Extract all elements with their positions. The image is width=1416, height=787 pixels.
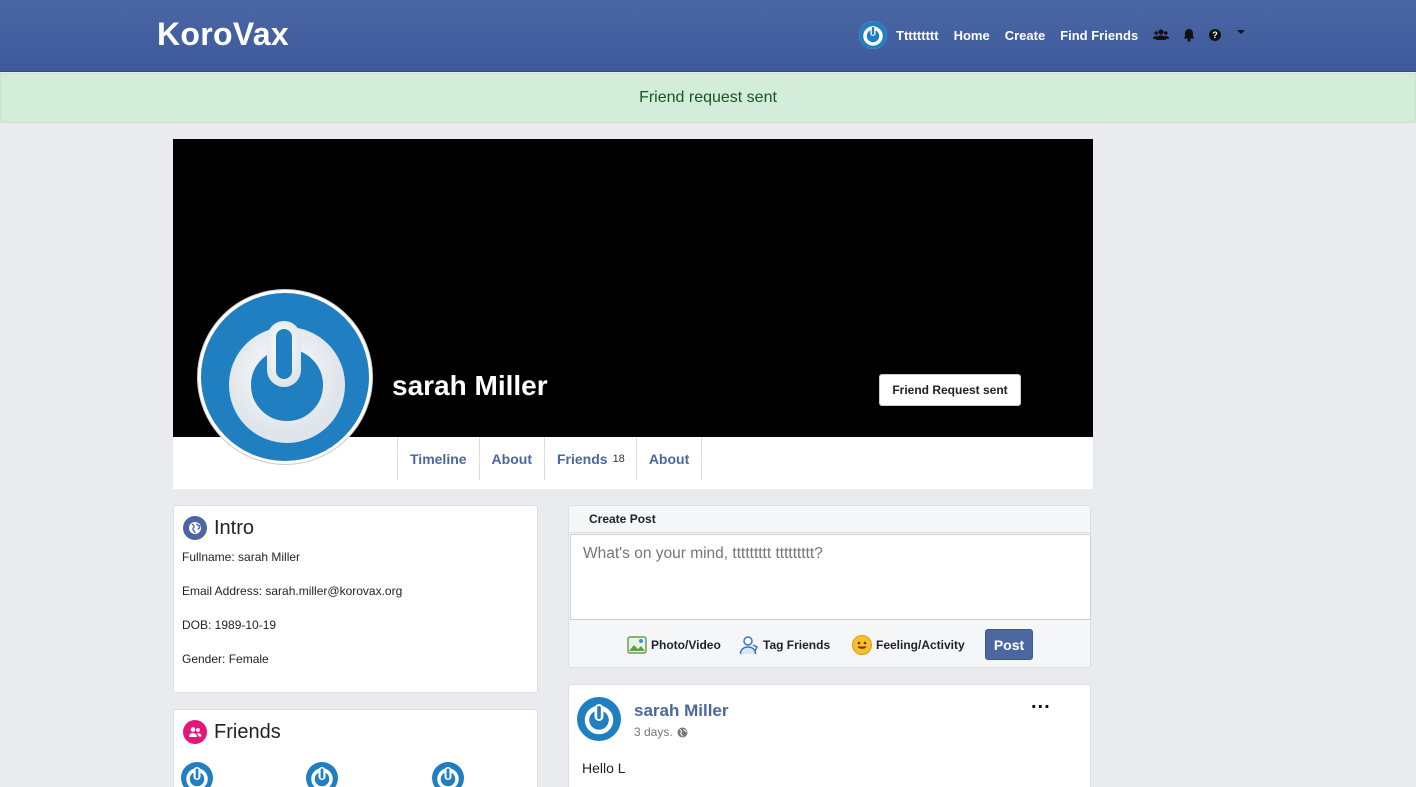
- alert-message: Friend request sent: [639, 89, 777, 106]
- tab-friends[interactable]: Friends 18: [543, 437, 636, 480]
- tab-timeline[interactable]: Timeline: [397, 437, 479, 480]
- tab-about-label: About: [491, 450, 532, 467]
- intro-email: Email Address: sarah.miller@korovax.org: [182, 584, 403, 598]
- nav-user-name[interactable]: Ttttttttt: [896, 28, 939, 43]
- friends-card: Friends: [173, 709, 538, 787]
- tab-friends-label: Friends: [556, 450, 608, 467]
- power-logo-icon: [311, 767, 333, 787]
- svg-text:?: ?: [1212, 30, 1218, 40]
- caret-down-icon[interactable]: [1237, 30, 1246, 34]
- power-logo-icon: [186, 767, 208, 787]
- friends-group-icon: [183, 720, 207, 744]
- post-author-avatar[interactable]: [577, 697, 621, 741]
- friends-title: Friends: [214, 720, 281, 743]
- profile-picture-inner: [201, 293, 369, 461]
- nav-find-friends-link[interactable]: Find Friends: [1060, 28, 1138, 43]
- friends-icon[interactable]: [1153, 28, 1170, 42]
- friend-avatar[interactable]: [181, 762, 213, 787]
- create-post-header: Create Post: [569, 506, 1090, 533]
- post-more-menu[interactable]: ...: [1031, 691, 1051, 714]
- top-navbar: KoroVax Ttttttttt Home Create Find Frien…: [0, 0, 1416, 72]
- friend-request-alert: Friend request sent: [0, 73, 1416, 123]
- tag-friends-label: Tag Friends: [763, 638, 831, 652]
- intro-title-row: Intro: [183, 516, 254, 540]
- tab-about-2-label: About: [648, 450, 690, 467]
- photo-icon: [627, 635, 647, 655]
- tag-friends-icon: [739, 635, 759, 655]
- globe-icon: [183, 516, 207, 540]
- power-logo-icon: [584, 704, 614, 735]
- feeling-activity-action[interactable]: Feeling/Activity: [852, 635, 965, 655]
- globe-icon: [677, 727, 688, 737]
- nav-create-link[interactable]: Create: [1005, 28, 1045, 43]
- user-avatar[interactable]: [859, 21, 887, 49]
- tab-about[interactable]: About: [478, 437, 544, 480]
- intro-card: Intro Fullname: sarah Miller Email Addre…: [173, 505, 538, 693]
- profile-name: sarah Miller: [392, 370, 548, 401]
- nav-home-link[interactable]: Home: [954, 28, 990, 43]
- tag-friends-action[interactable]: Tag Friends: [739, 635, 830, 655]
- tab-about-2[interactable]: About: [635, 437, 703, 480]
- post-input[interactable]: [570, 534, 1091, 620]
- create-post-title: Create Post: [589, 512, 656, 526]
- post-timestamp: 3 days.: [634, 725, 688, 739]
- photo-video-action[interactable]: Photo/Video: [627, 635, 721, 655]
- post-body: Hello L: [582, 760, 626, 776]
- photo-video-label: Photo/Video: [651, 638, 721, 652]
- intro-dob: DOB: 1989-10-19: [182, 618, 277, 632]
- intro-title: Intro: [214, 516, 255, 539]
- profile-picture[interactable]: [197, 289, 373, 465]
- brand-logo[interactable]: KoroVax: [157, 16, 289, 53]
- power-logo-icon: [229, 321, 345, 443]
- power-logo-icon: [859, 21, 887, 49]
- intro-fullname: Fullname: sarah Miller: [182, 550, 301, 564]
- power-logo-icon: [437, 767, 459, 787]
- create-post-actions: Photo/Video Tag Friends Feeling/Activity…: [569, 621, 1090, 667]
- smiley-icon: [852, 635, 872, 655]
- friends-title-row: Friends: [183, 720, 281, 744]
- tab-timeline-label: Timeline: [410, 450, 467, 467]
- friend-avatar[interactable]: [306, 762, 338, 787]
- friend-request-sent-button[interactable]: Friend Request sent: [879, 374, 1021, 406]
- post-time-text: 3 days.: [634, 725, 673, 739]
- feed-post: sarah Miller 3 days. ... Hello L: [568, 684, 1091, 787]
- friends-count: 18: [612, 452, 625, 465]
- bell-icon[interactable]: [1183, 28, 1195, 42]
- nav-right: Ttttttttt Home Create Find Friends ?: [859, 20, 1246, 50]
- intro-gender: Gender: Female: [182, 652, 269, 666]
- help-icon[interactable]: ?: [1209, 29, 1222, 41]
- post-author-name[interactable]: sarah Miller: [634, 701, 729, 721]
- feeling-activity-label: Feeling/Activity: [876, 638, 965, 652]
- post-button[interactable]: Post: [985, 629, 1033, 660]
- profile-tabs: Timeline About Friends 18 About: [397, 437, 703, 480]
- create-post-card: Create Post Photo/Video Tag Friends Feel…: [568, 505, 1091, 668]
- friend-avatar[interactable]: [432, 762, 464, 787]
